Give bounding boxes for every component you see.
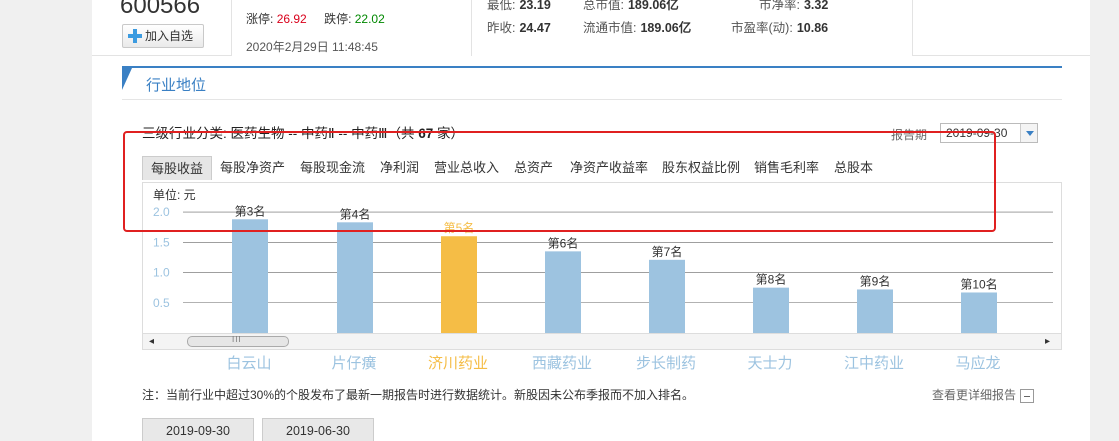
quote-grid: 最低: 23.19 总市值: 189.06亿 市净率: 3.32 昨收: 24.47 流… bbox=[487, 0, 907, 56]
company-name-2: 济川药业 bbox=[427, 355, 489, 372]
quote-strip: 600566 加入自选 涨停: 26.92 跌停: 22.02 2020年2月2… bbox=[92, 0, 1090, 58]
limit-row: 涨停: 26.92 跌停: 22.02 bbox=[246, 10, 385, 27]
pb-ratio: 市净率: 3.32 bbox=[759, 0, 829, 12]
rank-label-5: 第8名 bbox=[756, 272, 787, 287]
market-cap: 总市值: 189.06亿 bbox=[583, 0, 679, 12]
period-button-1[interactable]: 2019-09-30 bbox=[142, 418, 254, 441]
company-name-1: 片仔癀 bbox=[331, 355, 377, 372]
prev-close: 昨收: 24.47 bbox=[487, 21, 551, 35]
bar-chart-svg: 0.5 1.0 1.5 2.0 第3名 第4名第5名第6名第7名第8名 第9名 第10名 bbox=[153, 203, 1053, 333]
rank-label-6: 第9名 bbox=[860, 273, 891, 288]
rank-label-2: 第5名 bbox=[444, 220, 475, 235]
industry-count: 67 bbox=[418, 126, 434, 141]
bar-0[interactable] bbox=[232, 219, 268, 333]
tab-metric-1[interactable]: 每股净资产 bbox=[212, 156, 293, 180]
bar-1[interactable] bbox=[337, 222, 373, 333]
section-title: 行业地位 bbox=[146, 77, 207, 94]
scroll-right-icon[interactable]: ▸ bbox=[1045, 337, 1055, 347]
quote-side-panel bbox=[912, 0, 1090, 56]
tab-metric-8[interactable]: 销售毛利率 bbox=[746, 156, 827, 180]
rank-label-7: 第10名 bbox=[960, 276, 997, 291]
price-limits: 涨停: 26.92 跌停: 22.02 2020年2月29日 11:48:45 bbox=[232, 0, 472, 56]
rank-label-3: 第6名 bbox=[548, 235, 579, 250]
limit-up-value: 26.92 bbox=[276, 12, 307, 26]
limit-down-value: 22.02 bbox=[354, 12, 385, 26]
plus-icon bbox=[128, 29, 142, 43]
industry-classification: 三级行业分类: 医药生物 -- 中药Ⅱ -- 中药Ⅲ（共 67 家） bbox=[142, 122, 464, 142]
footnote: 注：当前行业中超过30%的个股发布了最新一期报告时进行数据统计。新股因未公布季报… bbox=[142, 388, 695, 402]
rank-label-4: 第7名 bbox=[652, 244, 683, 259]
y-tick-label: 2.0 bbox=[153, 205, 170, 219]
company-names: 白云山 片仔癀 济川药业 西藏药业 步长制药 天士力 江中药业 马应龙 bbox=[142, 350, 1062, 372]
industry-prefix: 三级行业分类: bbox=[142, 126, 227, 141]
stock-code-box: 600566 加入自选 bbox=[92, 0, 232, 56]
pe-ratio: 市盈率(动): 10.86 bbox=[731, 21, 829, 35]
chart-scrollbar[interactable]: ◂ ▸ bbox=[143, 333, 1061, 349]
bar-4[interactable] bbox=[649, 259, 685, 333]
company-name-0: 白云山 bbox=[226, 355, 272, 372]
bar-7[interactable] bbox=[961, 292, 997, 333]
tab-metric-4[interactable]: 营业总收入 bbox=[426, 156, 507, 180]
more-report-link[interactable]: 查看更详细报告 bbox=[932, 386, 1035, 403]
tab-metric-7[interactable]: 股东权益比例 bbox=[654, 156, 748, 180]
add-watchlist-button[interactable]: 加入自选 bbox=[122, 24, 204, 48]
scroll-left-icon[interactable]: ◂ bbox=[149, 337, 159, 347]
report-period-value: 2019-09-30 bbox=[946, 126, 1008, 140]
tab-metric-6[interactable]: 净资产收益率 bbox=[562, 156, 656, 180]
report-period-select[interactable]: 2019-09-30 bbox=[940, 123, 1038, 143]
scroll-thumb[interactable] bbox=[187, 335, 289, 347]
rank-label-1: 第4名 bbox=[340, 206, 371, 221]
ranking-chart: 单位: 元 0.5 1.0 1.5 2.0 第3名 第4名 第5名 第6名 第7名 第8名 第9名第… bbox=[142, 182, 1062, 350]
industry-path: 医药生物 -- 中药Ⅱ -- 中药Ⅲ（共 bbox=[230, 126, 415, 141]
page: 600566 加入自选 涨停: 26.92 跌停: 22.02 2020年2月2… bbox=[92, 0, 1090, 441]
tab-metric-2[interactable]: 每股现金流 bbox=[292, 156, 373, 180]
industry-suffix: 家） bbox=[437, 126, 465, 141]
more-report-label: 查看更详细报告 bbox=[932, 388, 1017, 402]
section-corner-mark bbox=[122, 68, 132, 90]
chevron-down-icon[interactable] bbox=[1020, 124, 1037, 142]
company-name-6: 江中药业 bbox=[843, 355, 905, 372]
bar-6[interactable] bbox=[857, 289, 893, 333]
section-header: 行业地位 bbox=[122, 68, 1062, 100]
report-period-label: 报告期 bbox=[891, 128, 928, 142]
limit-up-label: 涨停: bbox=[246, 12, 274, 26]
company-name-5: 天士力 bbox=[747, 355, 793, 372]
bar-2[interactable] bbox=[441, 236, 477, 333]
float-market-cap: 流通市值: 189.06亿 bbox=[583, 21, 692, 35]
tab-metric-5[interactable]: 总资产 bbox=[506, 156, 561, 180]
add-watchlist-label: 加入自选 bbox=[145, 29, 194, 43]
rank-label-0: 第3名 bbox=[235, 203, 266, 218]
y-tick-label: 1.0 bbox=[153, 266, 170, 280]
tab-metric-9[interactable]: 总股本 bbox=[826, 156, 881, 180]
company-name-7: 马应龙 bbox=[955, 355, 1001, 372]
limit-down-label: 跌停: bbox=[324, 12, 352, 26]
y-tick-label: 1.5 bbox=[153, 235, 170, 249]
y-tick-label: 0.5 bbox=[153, 296, 170, 310]
collapse-icon[interactable] bbox=[1020, 388, 1035, 403]
stock-code: 600566 bbox=[120, 0, 201, 19]
bar-5[interactable] bbox=[753, 287, 789, 333]
period-button-2[interactable]: 2019-06-30 bbox=[262, 418, 374, 441]
industry-position-section: 行业地位 三级行业分类: 医药生物 -- 中药Ⅱ -- 中药Ⅲ（共 67 家） … bbox=[122, 66, 1062, 441]
bar-3[interactable] bbox=[545, 251, 581, 333]
company-name-3: 西藏药业 bbox=[531, 355, 593, 372]
tab-metric-0[interactable]: 每股收益 bbox=[142, 156, 213, 180]
tab-metric-3[interactable]: 净利润 bbox=[372, 156, 427, 180]
low-price: 最低: 23.19 bbox=[487, 0, 551, 12]
company-name-4: 步长制药 bbox=[635, 355, 697, 372]
quote-datetime: 2020年2月29日 11:48:45 bbox=[246, 40, 378, 54]
